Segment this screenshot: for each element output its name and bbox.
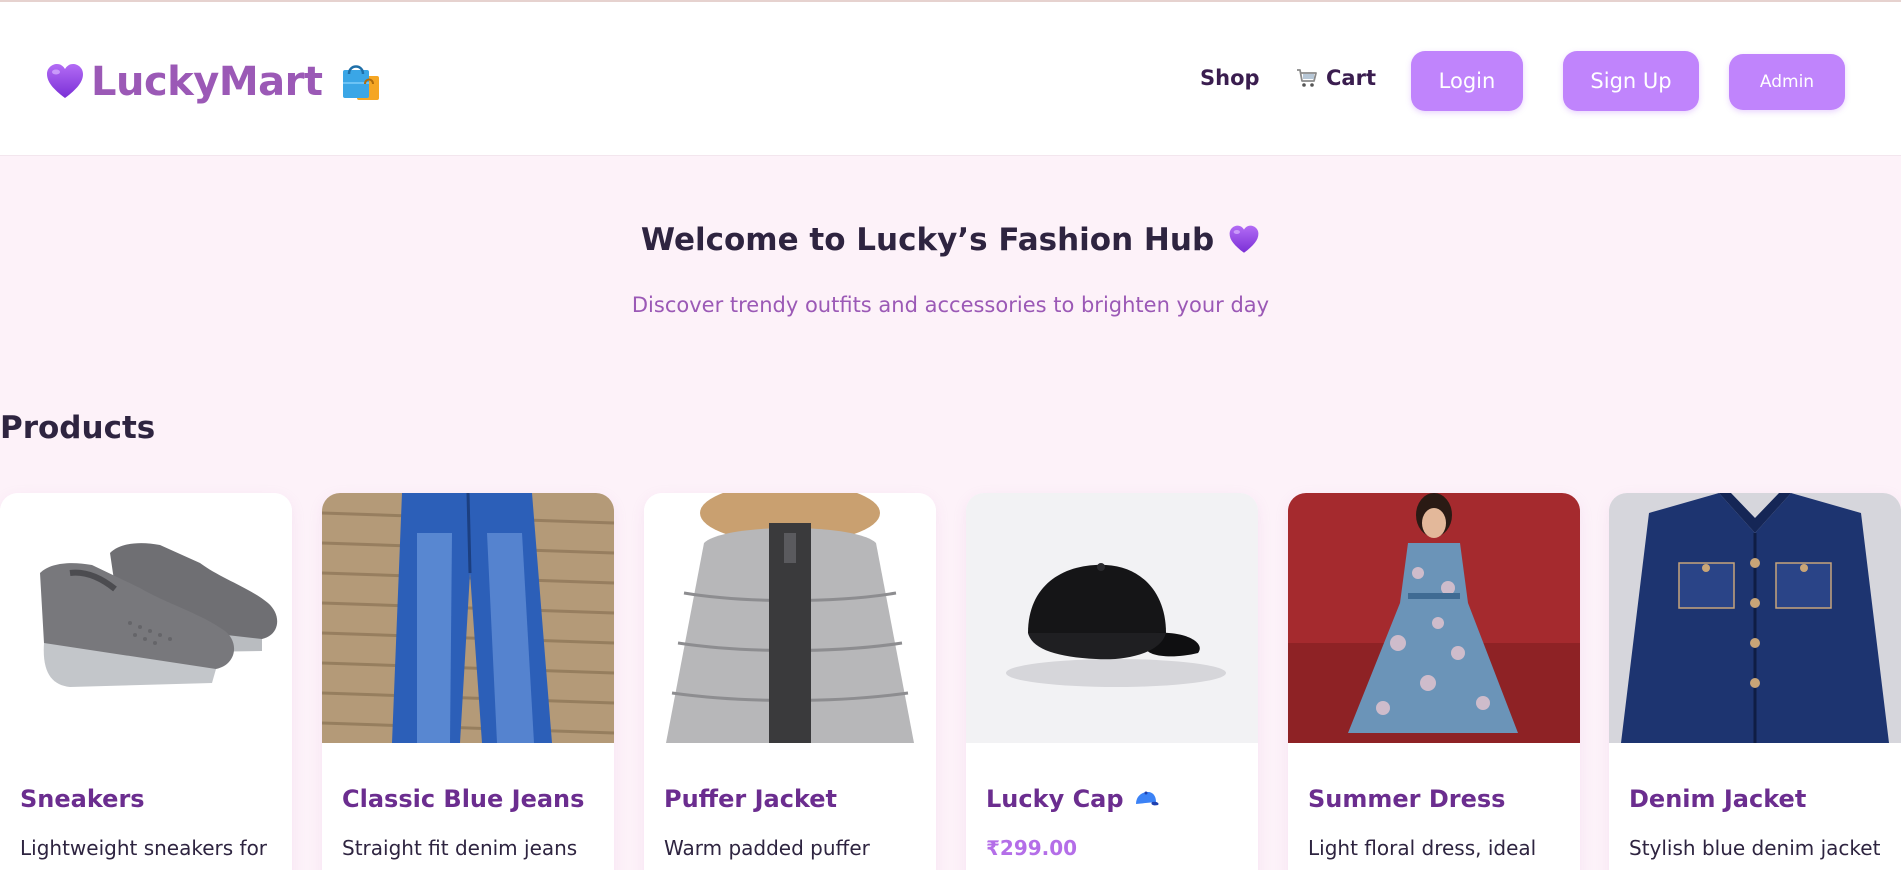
sign-up-button[interactable]: Sign Up <box>1563 51 1699 111</box>
products-heading: Products <box>0 410 156 446</box>
admin-button[interactable]: Admin <box>1729 54 1845 110</box>
site-header: LuckyMart Shop Cart Login Sign Up Admin <box>0 2 1901 156</box>
product-card-sneakers[interactable]: Sneakers Lightweight sneakers for <box>0 493 292 870</box>
brand-name: LuckyMart <box>91 59 323 105</box>
sneaker-image <box>0 493 292 743</box>
product-card-puffer-jacket[interactable]: Puffer Jacket Warm padded puffer <box>644 493 936 870</box>
product-name: Denim Jacket <box>1629 785 1807 813</box>
nav-cart-label: Cart <box>1326 66 1376 90</box>
product-description: Warm padded puffer <box>664 836 870 860</box>
nav-cart-link[interactable]: Cart <box>1296 66 1376 90</box>
brand-logo[interactable]: LuckyMart <box>45 52 383 112</box>
product-price: ₹299.00 <box>986 836 1078 860</box>
denim-jacket-image <box>1609 493 1901 743</box>
hero-title-text: Welcome to Lucky’s Fashion Hub <box>640 222 1215 258</box>
product-card-summer-dress[interactable]: Summer Dress Light floral dress, ideal <box>1288 493 1580 870</box>
product-name: Classic Blue Jeans <box>342 785 585 813</box>
summer-dress-image <box>1288 493 1580 743</box>
product-description: Lightweight sneakers for <box>20 836 268 860</box>
jeans-image <box>322 493 614 743</box>
nav-shop-label: Shop <box>1200 66 1260 90</box>
puffer-jacket-image <box>644 493 936 743</box>
product-description: Straight fit denim jeans <box>342 836 578 860</box>
purple-heart-icon <box>47 64 83 98</box>
product-description: Light floral dress, ideal <box>1308 836 1537 860</box>
product-description: Stylish blue denim jacket <box>1629 836 1881 860</box>
product-name-text: Lucky Cap <box>986 785 1124 813</box>
product-card-denim-jacket[interactable]: Denim Jacket Stylish blue denim jacket <box>1609 493 1901 870</box>
product-card-lucky-cap[interactable]: Lucky Cap ₹299.00 <box>966 493 1258 870</box>
product-name: Summer Dress <box>1308 785 1506 813</box>
hero-title: Welcome to Lucky’s Fashion Hub <box>0 222 1901 258</box>
hero-subtitle: Discover trendy outfits and accessories … <box>631 293 1270 317</box>
product-name: Lucky Cap <box>986 785 1160 813</box>
cap-emoji-icon <box>1135 791 1159 806</box>
cap-image <box>966 493 1258 743</box>
shopping-bags-icon <box>342 65 379 100</box>
product-name: Puffer Jacket <box>664 785 838 813</box>
product-card-classic-blue-jeans[interactable]: Classic Blue Jeans Straight fit denim je… <box>322 493 614 870</box>
product-name: Sneakers <box>20 785 145 813</box>
nav-shop-link[interactable]: Shop <box>1200 66 1260 90</box>
login-button[interactable]: Login <box>1411 51 1523 111</box>
shopping-cart-icon <box>1297 69 1317 87</box>
purple-heart-icon <box>1229 225 1259 253</box>
